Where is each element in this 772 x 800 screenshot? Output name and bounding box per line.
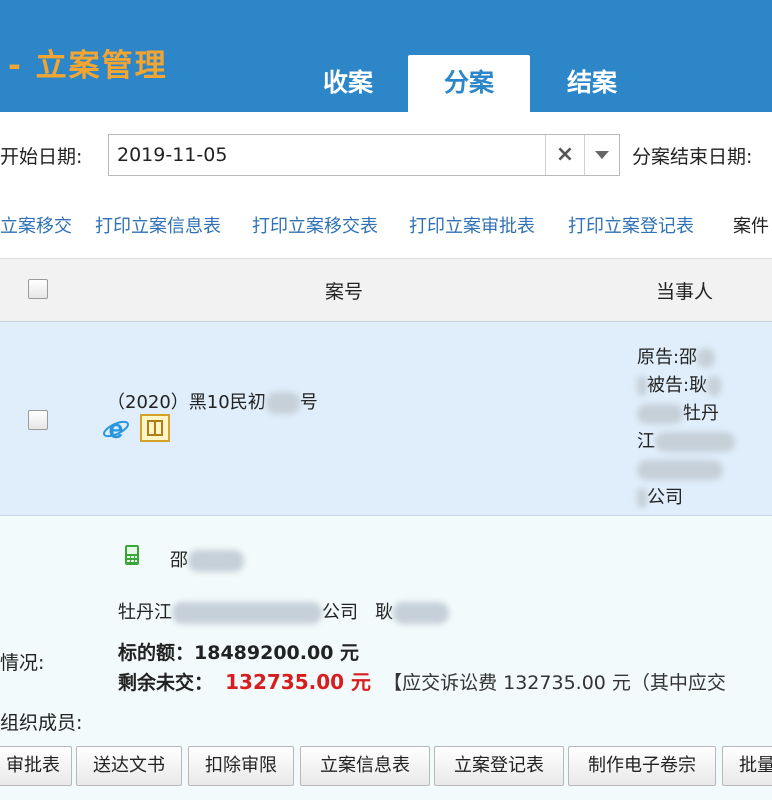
- end-date-label: 分案结束日期:: [632, 146, 753, 168]
- tab-close[interactable]: 结案: [531, 55, 653, 112]
- redacted-text: [265, 392, 300, 414]
- deduct-time-limit-button[interactable]: 扣除审限: [188, 746, 294, 786]
- ie-browser-icon[interactable]: e: [102, 414, 130, 442]
- fee-note: 【应交诉讼费 132735.00 元（其中应交: [383, 672, 726, 694]
- party-defendant: 被告:耿: [637, 372, 735, 400]
- redacted-text: [637, 376, 647, 396]
- case-register-form-button[interactable]: 立案登记表: [434, 746, 564, 786]
- start-date-label: 开始日期:: [0, 146, 83, 168]
- redacted-text: [188, 550, 244, 572]
- link-print-approval[interactable]: 打印立案审批表: [409, 212, 535, 238]
- column-header-party: 当事人: [656, 281, 714, 303]
- redacted-text: [637, 460, 723, 480]
- app-title: - 立案管理: [8, 48, 168, 84]
- redacted-text: [637, 488, 647, 508]
- link-print-transfer[interactable]: 打印立案移交表: [252, 212, 378, 238]
- party-list: 原告:邵 被告:耿 牡丹 江 公司: [637, 344, 735, 512]
- link-transfer[interactable]: 立案移交: [0, 212, 72, 238]
- party-third: 牡丹: [637, 400, 735, 428]
- filter-bar: 开始日期: 2019-11-05 × 分案结束日期:: [0, 112, 772, 200]
- case-number-suffix: 号: [299, 392, 318, 413]
- table-header: 案号 当事人: [0, 258, 772, 322]
- link-print-register[interactable]: 打印立案登记表: [568, 212, 694, 238]
- tab-receive[interactable]: 收案: [287, 55, 409, 112]
- link-print-info[interactable]: 打印立案信息表: [95, 212, 221, 238]
- remaining-value: 132735.00 元: [225, 670, 371, 694]
- detail-buttons: 审批表 送达文书 扣除审限 立案信息表 立案登记表 制作电子卷宗 批量: [0, 746, 772, 786]
- batch-button[interactable]: 批量: [722, 746, 772, 786]
- approval-form-button[interactable]: 审批表: [0, 746, 72, 786]
- subject-amount: 标的额：18489200.00 元: [118, 642, 360, 664]
- svg-text:e: e: [108, 414, 123, 442]
- app-header: - 立案管理 收案 分案 结案: [0, 0, 772, 112]
- party-plaintiff: 原告:邵: [637, 344, 735, 372]
- members-label: 组织成员:: [0, 712, 83, 734]
- file-seal-icon[interactable]: [140, 414, 170, 442]
- tab-assign[interactable]: 分案: [408, 55, 530, 112]
- case-menu[interactable]: 案件: [733, 212, 769, 238]
- case-info-form-button[interactable]: 立案信息表: [300, 746, 430, 786]
- select-all-checkbox[interactable]: [28, 279, 48, 299]
- redacted-text: [172, 602, 322, 624]
- action-links: 立案移交 打印立案信息表 打印立案移交表 打印立案审批表 打印立案登记表 案件: [0, 200, 772, 256]
- create-e-file-button[interactable]: 制作电子卷宗: [568, 746, 716, 786]
- column-header-case-no: 案号: [325, 281, 364, 303]
- redacted-text: [393, 602, 450, 624]
- case-detail-panel: 邵 牡丹江 公司 耿 情况: 标的额：18489200.00 元 剩余未交： 13…: [0, 516, 772, 800]
- party-company-head: 江: [637, 428, 735, 456]
- party-company-mid: [637, 456, 735, 484]
- redacted-text: [655, 432, 735, 452]
- remaining-amount: 剩余未交： 132735.00 元 【应交诉讼费 132735.00 元（其中应…: [118, 670, 726, 694]
- table-row[interactable]: （2020）黑10民初 号 e 原告:邵 被告:耿 牡丹 江 公司: [0, 322, 772, 516]
- case-number[interactable]: （2020）黑10民初 号: [107, 388, 318, 414]
- company-line: 牡丹江 公司 耿: [118, 598, 450, 624]
- start-date-value[interactable]: 2019-11-05: [117, 144, 227, 166]
- clear-icon[interactable]: ×: [546, 135, 584, 175]
- case-number-text: （2020）黑10民初: [107, 392, 266, 413]
- phone-icon: [125, 545, 139, 565]
- chevron-down-icon[interactable]: [585, 135, 620, 175]
- redacted-text: [637, 404, 683, 424]
- start-date-combobox[interactable]: 2019-11-05 ×: [108, 134, 620, 176]
- row-checkbox[interactable]: [28, 410, 48, 430]
- party-company-tail: 公司: [637, 484, 735, 512]
- redacted-text: [707, 376, 722, 396]
- contact-name: 邵: [170, 546, 244, 572]
- service-documents-button[interactable]: 送达文书: [76, 746, 182, 786]
- situation-label: 情况:: [0, 652, 45, 674]
- redacted-text: [697, 348, 716, 368]
